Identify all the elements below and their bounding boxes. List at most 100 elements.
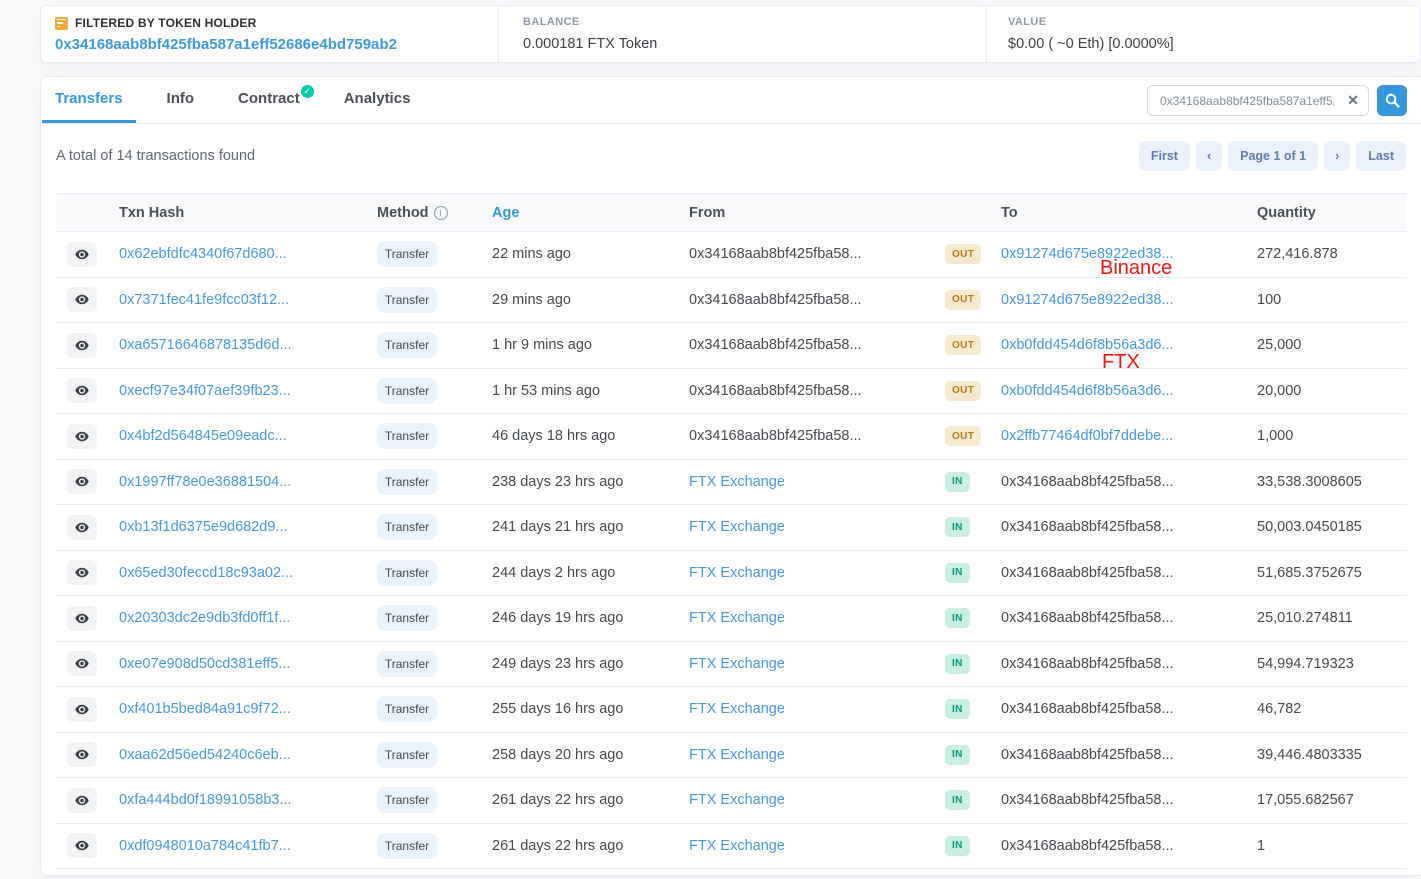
eye-button[interactable]	[67, 242, 97, 267]
direction-badge: OUT	[945, 426, 981, 446]
table-row: 0xb13f1d6375e9d682d9... Transfer 241 day…	[56, 505, 1407, 551]
method-badge: Transfer	[377, 514, 437, 540]
to-address[interactable]: 0xb0fdd454d6f8b56a3d6...	[1001, 337, 1174, 353]
eye-cell	[56, 788, 119, 813]
direction-badge: IN	[945, 563, 970, 583]
txn-hash-link[interactable]: 0x65ed30feccd18c93a02...	[119, 565, 293, 581]
tab-info[interactable]: Info	[154, 77, 208, 123]
tab-contract[interactable]: Contract ✓	[225, 77, 313, 123]
pagination-last-button[interactable]: Last	[1356, 141, 1406, 171]
col-header-to: To	[1001, 205, 1257, 221]
txn-hash-link[interactable]: 0xfa444bd0f18991058b3...	[119, 792, 292, 808]
direction-badge: IN	[945, 472, 970, 492]
eye-icon	[75, 385, 89, 396]
from-address[interactable]: FTX Exchange	[689, 838, 785, 854]
direction-badge: IN	[945, 654, 970, 674]
search-button[interactable]	[1377, 85, 1407, 116]
eye-icon	[75, 294, 89, 305]
to-address: 0x34168aab8bf425fba58...	[1001, 519, 1174, 535]
eye-button[interactable]	[67, 742, 97, 767]
txn-hash-link[interactable]: 0xaa62d56ed54240c6eb...	[119, 747, 291, 763]
direction-badge: IN	[945, 836, 970, 856]
eye-button[interactable]	[67, 469, 97, 494]
from-address[interactable]: FTX Exchange	[689, 701, 785, 717]
from-address[interactable]: FTX Exchange	[689, 610, 785, 626]
txn-hash-link[interactable]: 0xecf97e34f07aef39fb23...	[119, 383, 291, 399]
token-holder-address-link[interactable]: 0x34168aab8bf425fba587a1eff52686e4bd759a…	[55, 36, 397, 53]
table-row: 0x1997ff78e0e36881504... Transfer 238 da…	[56, 460, 1407, 506]
eye-button[interactable]	[67, 515, 97, 540]
txn-hash-link[interactable]: 0x62ebfdfc4340f67d680...	[119, 246, 287, 262]
tab-transfers[interactable]: Transfers	[42, 77, 136, 123]
method-badge: Transfer	[377, 651, 437, 677]
eye-cell	[56, 333, 119, 358]
from-address[interactable]: FTX Exchange	[689, 747, 785, 763]
eye-button[interactable]	[67, 651, 97, 676]
direction-badge: IN	[945, 790, 970, 810]
age-value: 1 hr 9 mins ago	[492, 337, 689, 353]
token-holder-summary-card: FILTERED BY TOKEN HOLDER 0x34168aab8bf42…	[40, 5, 1421, 63]
from-address[interactable]: FTX Exchange	[689, 474, 785, 490]
txn-hash-link[interactable]: 0xb13f1d6375e9d682d9...	[119, 519, 288, 535]
pagination-first-button[interactable]: First	[1139, 141, 1190, 171]
close-icon: ✕	[1347, 92, 1359, 108]
clear-search-button[interactable]: ✕	[1338, 86, 1368, 115]
transfers-card: Transfers Info Contract ✓ Analytics ✕	[40, 76, 1421, 876]
txn-hash-link[interactable]: 0x4bf2d564845e09eadc...	[119, 428, 287, 444]
tab-analytics-label: Analytics	[344, 90, 411, 107]
filter-icon	[55, 17, 68, 30]
eye-button[interactable]	[67, 424, 97, 449]
eye-button[interactable]	[67, 378, 97, 403]
eye-button[interactable]	[67, 788, 97, 813]
txn-hash-link[interactable]: 0xe07e908d50cd381eff5...	[119, 656, 290, 672]
direction-badge: IN	[945, 745, 970, 765]
txn-hash-link[interactable]: 0xf401b5bed84a91c9f72...	[119, 701, 291, 717]
eye-button[interactable]	[67, 697, 97, 722]
method-badge: Transfer	[377, 787, 437, 813]
direction-badge: OUT	[945, 244, 981, 264]
txn-hash-link[interactable]: 0x20303dc2e9db3fd0ff1f...	[119, 610, 290, 626]
pagination-prev-button[interactable]: ‹	[1196, 141, 1222, 171]
filtered-by-label: FILTERED BY TOKEN HOLDER	[75, 16, 256, 30]
value-label: VALUE	[1008, 16, 1420, 28]
table-row: 0xe07e908d50cd381eff5... Transfer 249 da…	[56, 642, 1407, 688]
to-address: 0x34168aab8bf425fba58...	[1001, 792, 1174, 808]
from-address[interactable]: FTX Exchange	[689, 519, 785, 535]
info-icon[interactable]: i	[434, 206, 448, 220]
col-header-age[interactable]: Age	[492, 205, 689, 221]
pagination-next-button[interactable]: ›	[1324, 141, 1350, 171]
to-address[interactable]: 0x91274d675e8922ed38...	[1001, 246, 1174, 262]
method-badge: Transfer	[377, 742, 437, 768]
eye-button[interactable]	[67, 287, 97, 312]
eye-button[interactable]	[67, 833, 97, 858]
transactions-summary: A total of 14 transactions found	[56, 148, 255, 164]
txn-hash-link[interactable]: 0x7371fec41fe9fcc03f12...	[119, 292, 289, 308]
to-address: 0x34168aab8bf425fba58...	[1001, 701, 1174, 717]
quantity-value: 50,003.0450185	[1257, 519, 1407, 535]
to-address[interactable]: 0x2ffb77464df0bf7ddebe...	[1001, 428, 1173, 444]
method-badge: Transfer	[377, 332, 437, 358]
method-badge: Transfer	[377, 605, 437, 631]
txn-hash-link[interactable]: 0xdf0948010a784c41fb7...	[119, 838, 291, 854]
from-address[interactable]: FTX Exchange	[689, 656, 785, 672]
chevron-left-icon: ‹	[1207, 149, 1211, 163]
eye-button[interactable]	[67, 560, 97, 585]
quantity-value: 1,000	[1257, 428, 1407, 444]
method-badge: Transfer	[377, 696, 437, 722]
from-address[interactable]: FTX Exchange	[689, 792, 785, 808]
age-value: 258 days 20 hrs ago	[492, 747, 689, 763]
eye-cell	[56, 697, 119, 722]
txn-hash-link[interactable]: 0x1997ff78e0e36881504...	[119, 474, 291, 490]
tab-contract-label: Contract	[238, 90, 300, 107]
to-address[interactable]: 0xb0fdd454d6f8b56a3d6...	[1001, 383, 1174, 399]
eye-button[interactable]	[67, 606, 97, 631]
tab-analytics[interactable]: Analytics	[331, 77, 424, 123]
from-address[interactable]: FTX Exchange	[689, 565, 785, 581]
eye-icon	[75, 522, 89, 533]
search-input[interactable]	[1148, 94, 1338, 108]
balance-label: BALANCE	[523, 16, 986, 28]
eye-button[interactable]	[67, 333, 97, 358]
quantity-value: 51,685.3752675	[1257, 565, 1407, 581]
to-address[interactable]: 0x91274d675e8922ed38...	[1001, 292, 1174, 308]
txn-hash-link[interactable]: 0xa65716646878135d6d...	[119, 337, 292, 353]
